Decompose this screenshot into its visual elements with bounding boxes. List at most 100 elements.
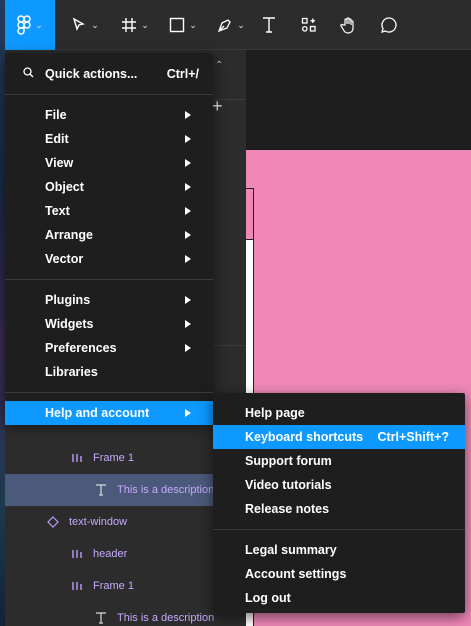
rectangle-icon (169, 17, 185, 33)
layer-label: Frame 1 (93, 452, 134, 464)
submenu-item-support-forum[interactable]: Support forum (213, 449, 465, 473)
submenu-item-log-out[interactable]: Log out (213, 586, 465, 610)
component-layer-icon (46, 515, 60, 529)
submenu-arrow-icon (185, 409, 191, 417)
add-page-icon[interactable]: + (212, 96, 223, 117)
move-tool-button[interactable]: ⌄ (65, 0, 105, 50)
menu-item-label: Libraries (45, 365, 98, 379)
menu-item-label: Vector (45, 252, 84, 266)
text-layer-icon (94, 483, 108, 497)
chevron-down-icon: ⌄ (91, 19, 99, 30)
menu-item-preferences[interactable]: Preferences (5, 336, 213, 360)
menu-item-label: File (45, 108, 67, 122)
menu-item-libraries[interactable]: Libraries (5, 360, 213, 384)
chevron-down-icon: ⌄ (35, 19, 43, 30)
submenu-item-video-tutorials[interactable]: Video tutorials (213, 473, 465, 497)
submenu-item-label: Log out (245, 591, 291, 605)
search-icon (23, 67, 34, 81)
submenu-arrow-icon (185, 135, 191, 143)
cursor-arrow-icon (71, 17, 87, 33)
pen-tool-button[interactable]: ⌄ (211, 0, 251, 50)
submenu-arrow-icon (185, 231, 191, 239)
layer-label: text-window (69, 516, 128, 528)
submenu-item-label: Video tutorials (245, 478, 332, 492)
menu-item-object[interactable]: Object (5, 175, 213, 199)
hash-frame-icon (121, 17, 137, 33)
menu-item-label: View (45, 156, 74, 170)
layer-row[interactable]: This is a description (5, 602, 246, 626)
menu-item-widgets[interactable]: Widgets (5, 312, 213, 336)
submenu-arrow-icon (185, 159, 191, 167)
submenu-item-release-notes[interactable]: Release notes (213, 497, 465, 521)
submenu-item-label: Keyboard shortcuts (245, 430, 364, 444)
menu-item-arrange[interactable]: Arrange (5, 223, 213, 247)
submenu-arrow-icon (185, 183, 191, 191)
components-grid-icon (301, 17, 317, 33)
menu-separator (5, 279, 213, 280)
submenu-item-label: Legal summary (245, 543, 337, 557)
menu-item-label: Arrange (45, 228, 93, 242)
chevron-down-icon: ⌄ (141, 19, 149, 30)
layer-label: Frame 1 (93, 580, 134, 592)
submenu-item-label: Account settings (245, 567, 347, 581)
submenu-arrow-icon (185, 255, 191, 263)
layer-label: This is a description (117, 612, 215, 624)
menu-item-label: Object (45, 180, 84, 194)
menu-item-label: Plugins (45, 293, 91, 307)
layer-label: header (93, 548, 128, 560)
frame-layer-icon (70, 451, 84, 465)
submenu-arrow-icon (185, 320, 191, 328)
submenu-item-help-page[interactable]: Help page (213, 401, 465, 425)
menu-item-view[interactable]: View (5, 151, 213, 175)
collapse-caret-icon[interactable]: ⌃ (215, 60, 223, 71)
layer-row[interactable]: Frame 1 (5, 570, 246, 602)
submenu-item-label: Support forum (245, 454, 332, 468)
submenu-item-account-settings[interactable]: Account settings (213, 562, 465, 586)
quick-actions-shortcut: Ctrl+/ (166, 67, 199, 81)
menu-item-vector[interactable]: Vector (5, 247, 213, 271)
main-menu: Quick actions... Ctrl+/ File Edit View O… (5, 53, 213, 425)
quick-actions-label: Quick actions... (45, 67, 138, 81)
menu-item-label: Text (45, 204, 70, 218)
chevron-down-icon: ⌄ (237, 19, 245, 30)
text-tool-button[interactable] (255, 0, 283, 50)
figma-window: ⌄ ⌄ ⌄ ⌄ ⌄ ⌃ + Frame 1 This is a descript… (0, 0, 471, 626)
quick-actions-item[interactable]: Quick actions... Ctrl+/ (5, 62, 213, 86)
menu-item-file[interactable]: File (5, 103, 213, 127)
submenu-arrow-icon (185, 344, 191, 352)
submenu-item-keyboard-shortcuts[interactable]: Keyboard shortcuts Ctrl+Shift+? (213, 425, 465, 449)
layer-row[interactable]: header (5, 538, 246, 570)
pen-icon (217, 17, 233, 33)
comment-tool-button[interactable] (375, 0, 403, 50)
menu-item-plugins[interactable]: Plugins (5, 288, 213, 312)
menu-item-edit[interactable]: Edit (5, 127, 213, 151)
shape-tool-button[interactable]: ⌄ (163, 0, 203, 50)
layer-row-selected[interactable]: This is a description (5, 474, 246, 506)
submenu-arrow-icon (185, 111, 191, 119)
keyboard-shortcut-hint: Ctrl+Shift+? (377, 430, 449, 444)
toolbar: ⌄ ⌄ ⌄ ⌄ ⌄ (5, 0, 471, 50)
menu-item-label: Preferences (45, 341, 117, 355)
layer-row[interactable]: Frame 1 (5, 442, 246, 474)
resources-tool-button[interactable] (295, 0, 323, 50)
frame-tool-button[interactable]: ⌄ (115, 0, 155, 50)
chevron-down-icon: ⌄ (189, 19, 197, 30)
submenu-separator (213, 529, 465, 530)
text-T-icon (261, 16, 277, 34)
submenu-item-label: Help page (245, 406, 305, 420)
menu-item-help-and-account[interactable]: Help and account (5, 401, 213, 425)
menu-item-text[interactable]: Text (5, 199, 213, 223)
frame-layer-icon (70, 579, 84, 593)
menu-item-label: Help and account (45, 406, 150, 420)
submenu-item-legal-summary[interactable]: Legal summary (213, 538, 465, 562)
main-menu-button[interactable]: ⌄ (5, 0, 55, 50)
menu-separator (5, 94, 213, 95)
text-layer-icon (94, 611, 108, 625)
menu-item-label: Widgets (45, 317, 94, 331)
hand-tool-button[interactable] (335, 0, 363, 50)
layer-label: This is a description (117, 484, 215, 496)
layer-row[interactable]: text-window (5, 506, 246, 538)
figma-logo-icon (17, 15, 31, 35)
menu-item-label: Edit (45, 132, 69, 146)
hand-icon (340, 16, 358, 34)
